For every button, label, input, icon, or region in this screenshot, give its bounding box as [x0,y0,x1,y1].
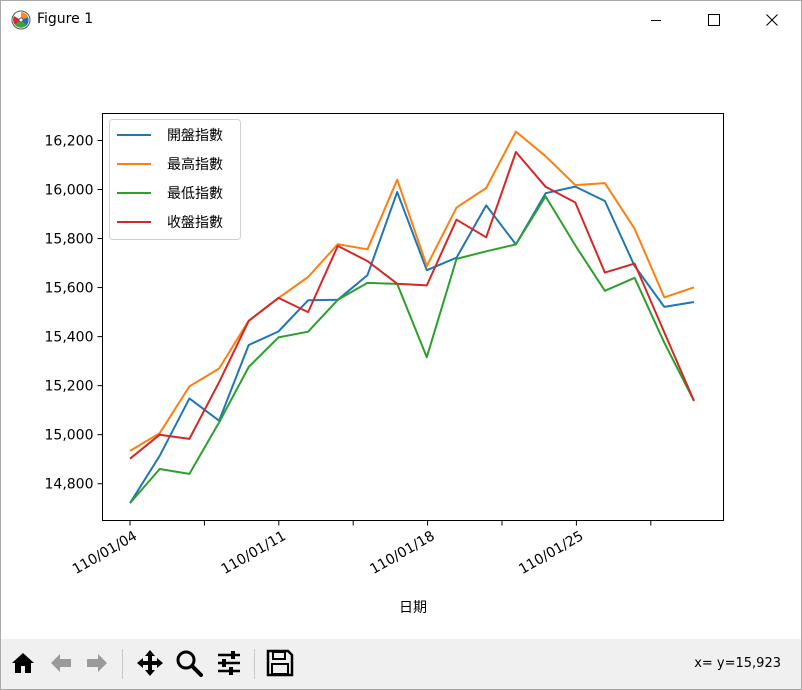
coordinate-readout: x= y=15,923 [694,656,781,671]
y-tick-label: 15,800 [45,232,94,248]
y-tick-label: 16,200 [45,133,94,149]
save-icon [266,649,294,677]
legend-label: 收盤指數 [167,215,223,231]
figure-canvas[interactable]: 14,800 15,000 15,200 15,400 15,600 15,800 16,0… [1,39,801,639]
line-chart: 14,800 15,000 15,200 15,400 15,600 15,800 16,0… [45,113,724,616]
home-button[interactable] [6,646,40,680]
back-button[interactable] [44,646,78,680]
x-tick-label: 110/01/18 [367,528,437,578]
minimize-icon [651,20,661,21]
navigation-toolbar: x= y=15,923 [1,639,801,689]
zoom-button[interactable] [172,646,206,680]
legend-label: 最高指數 [167,156,223,173]
toolbar-separator [122,649,123,679]
legend-label: 開盤指數 [167,128,223,144]
toolbar-separator [254,649,255,679]
configure-subplots-button[interactable] [212,646,246,680]
x-tick-label: 110/01/25 [516,528,586,578]
x-tick-label: 110/01/11 [219,528,289,578]
series-line-3 [129,195,695,504]
y-tick-label: 15,200 [45,379,94,395]
window-title: Figure 1 [37,11,94,27]
close-button[interactable] [743,1,801,39]
y-tick-label: 14,800 [45,477,94,493]
forward-arrow-icon [87,654,107,672]
x-axis-label: 日期 [399,600,427,616]
y-tick-label: 15,600 [45,281,94,297]
close-icon [766,14,778,26]
legend: 開盤指數最高指數最低指數收盤指數 [109,119,241,240]
home-icon [12,653,34,673]
figure-window: Figure 1 14,800 15,000 15,200 15,400 15,600 1… [0,0,802,690]
pan-icon [137,650,163,676]
y-tick-label: 15,400 [45,330,94,346]
x-tick-label: 110/01/04 [70,528,140,578]
pan-button[interactable] [133,646,167,680]
save-button[interactable] [263,646,297,680]
forward-button[interactable] [80,646,114,680]
legend-label: 最低指數 [167,186,223,202]
maximize-button[interactable] [685,1,743,39]
maximize-icon [708,14,720,26]
y-tick-label: 15,000 [45,428,94,444]
y-tick-label: 16,000 [45,183,94,199]
configure-subplots-icon [218,651,240,675]
title-bar: Figure 1 [1,1,801,39]
back-arrow-icon [51,654,71,672]
minimize-button[interactable] [627,1,685,39]
zoom-icon [176,650,203,677]
matplotlib-icon [11,10,31,30]
